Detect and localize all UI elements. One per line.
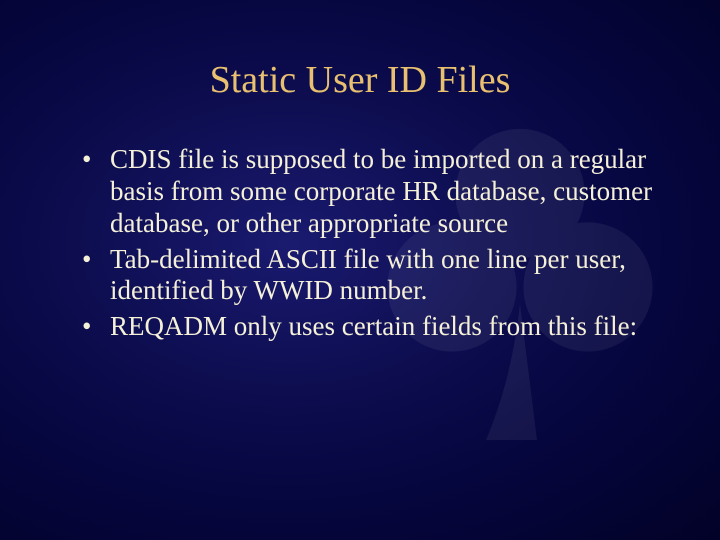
list-item: REQADM only uses certain fields from thi… (82, 311, 660, 343)
slide-title: Static User ID Files (60, 58, 660, 102)
list-item: Tab-delimited ASCII file with one line p… (82, 244, 660, 308)
slide-container: Static User ID Files CDIS file is suppos… (0, 0, 720, 540)
bullet-list: CDIS file is supposed to be imported on … (60, 144, 660, 343)
list-item: CDIS file is supposed to be imported on … (82, 144, 660, 240)
